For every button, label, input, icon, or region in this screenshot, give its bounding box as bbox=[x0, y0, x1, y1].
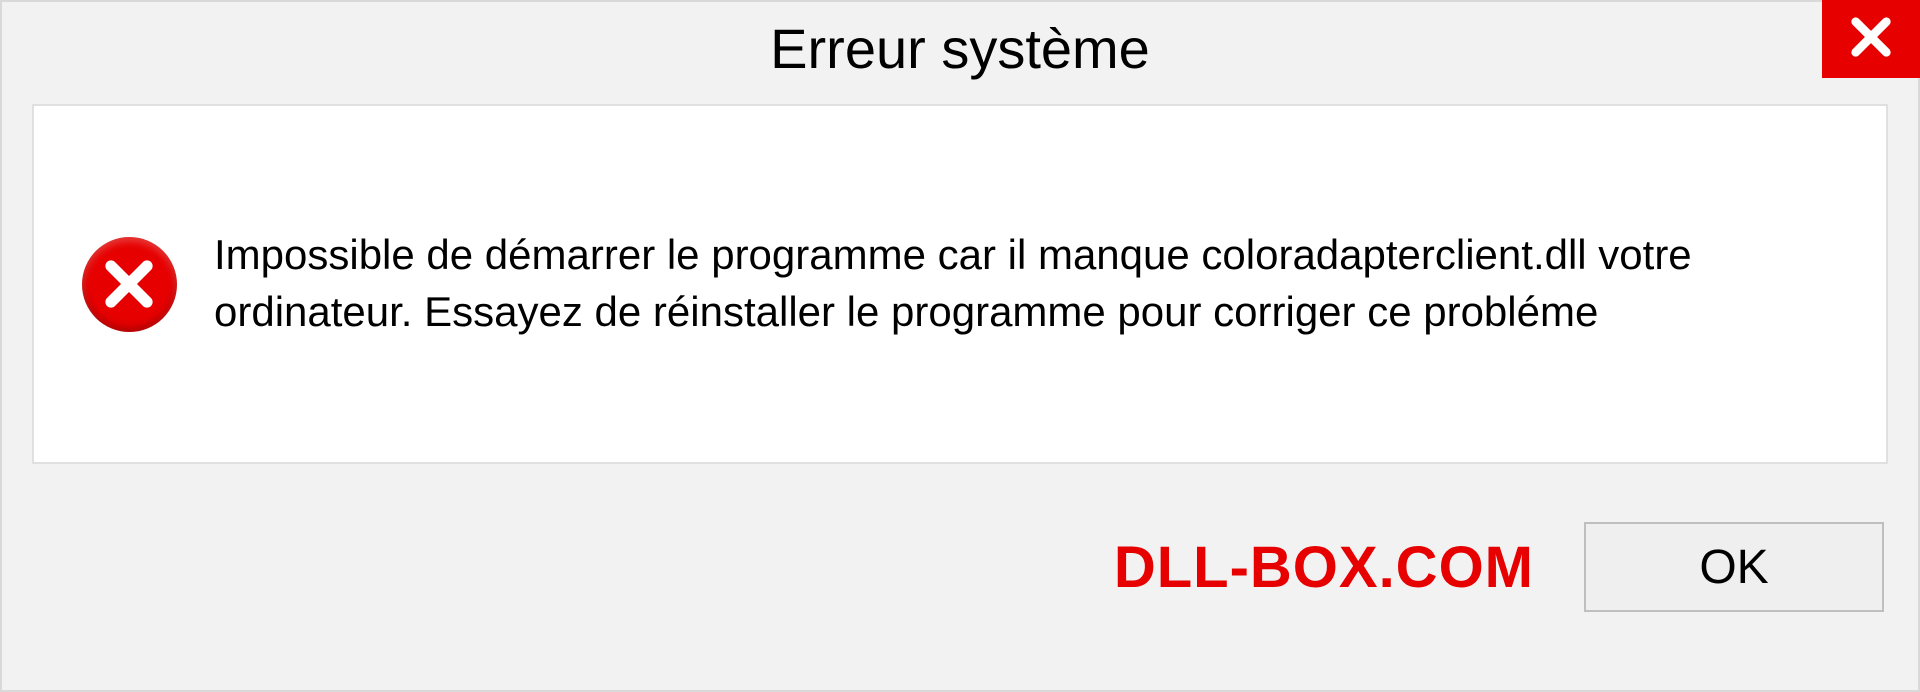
titlebar: Erreur système bbox=[2, 2, 1918, 94]
close-button[interactable] bbox=[1822, 0, 1920, 78]
ok-button[interactable]: OK bbox=[1584, 522, 1884, 612]
error-icon bbox=[82, 237, 177, 332]
dialog-title: Erreur système bbox=[770, 16, 1150, 81]
content-panel: Impossible de démarrer le programme car … bbox=[32, 104, 1888, 464]
dialog-footer: DLL-BOX.COM OK bbox=[2, 464, 1918, 690]
error-dialog: Erreur système Impossible de démarrer le… bbox=[0, 0, 1920, 692]
error-message: Impossible de démarrer le programme car … bbox=[184, 227, 1846, 340]
error-icon-container bbox=[74, 237, 184, 332]
close-icon bbox=[1848, 14, 1894, 65]
ok-button-label: OK bbox=[1699, 540, 1768, 595]
brand-label: DLL-BOX.COM bbox=[1114, 534, 1534, 601]
